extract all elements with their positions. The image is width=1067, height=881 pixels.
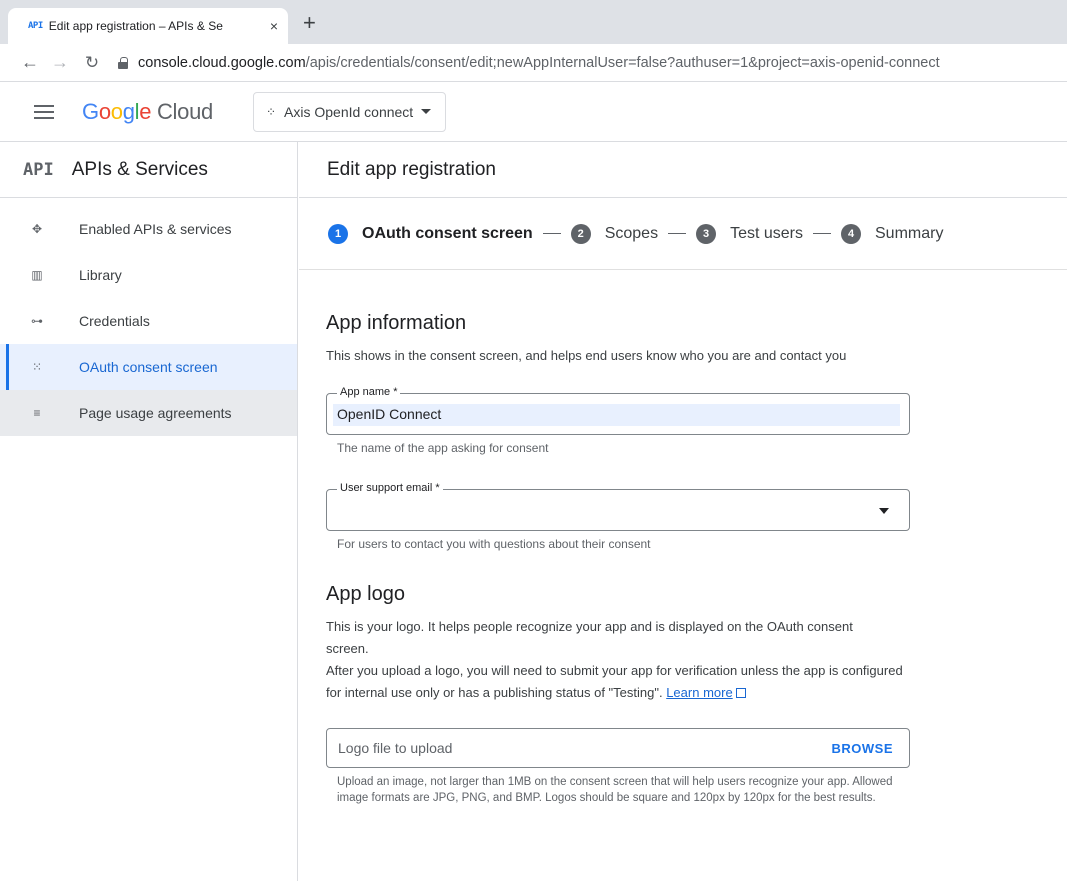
- step-test-users[interactable]: 3 Test users: [696, 223, 803, 244]
- support-email-select[interactable]: User support email *: [326, 482, 910, 531]
- sidebar-title: APIs & Services: [71, 158, 208, 180]
- step-label: Test users: [730, 224, 803, 242]
- browser-toolbar: ← → ↻ console.cloud.google.com/apis/cred…: [0, 44, 1067, 82]
- reload-icon[interactable]: ↻: [78, 49, 106, 77]
- google-cloud-logo[interactable]: Google Cloud: [82, 99, 213, 125]
- stepper: 1 OAuth consent screen 2 Scopes 3 Test u…: [299, 198, 1067, 270]
- sidebar-item-label: Page usage agreements: [79, 405, 232, 421]
- library-icon: ▥: [31, 268, 43, 282]
- forward-arrow-icon[interactable]: →: [46, 49, 74, 77]
- app-info-heading: App information: [326, 312, 467, 334]
- sidebar-nav: ✥ Enabled APIs & services ▥ Library ⊶ Cr…: [0, 206, 297, 436]
- tab-title: Edit app registration – APIs & Se: [48, 19, 223, 33]
- chevron-down-icon: [421, 109, 432, 114]
- logo-upload-placeholder: Logo file to upload: [338, 740, 453, 756]
- logo-upload-helper: Upload an image, not larger than 1MB on …: [337, 776, 893, 804]
- sidebar-item-library[interactable]: ▥ Library: [0, 252, 297, 298]
- project-icon: ⁘: [265, 104, 277, 119]
- app-name-input[interactable]: OpenID Connect: [333, 404, 900, 426]
- url-path: /apis/credentials/consent/edit;newAppInt…: [305, 54, 940, 71]
- step-divider: [542, 233, 561, 234]
- sidebar-item-oauth-consent[interactable]: ⁙ OAuth consent screen: [0, 344, 297, 390]
- step-number: 3: [696, 223, 717, 244]
- consent-icon: ⁙: [31, 360, 43, 374]
- external-link-icon: [735, 688, 746, 698]
- page-title: Edit app registration: [299, 142, 1067, 198]
- browser-tab[interactable]: API Edit app registration – APIs & Se ×: [8, 8, 288, 44]
- step-label: Summary: [875, 224, 944, 242]
- api-favicon-icon: API: [28, 21, 43, 31]
- step-number: 2: [570, 223, 591, 244]
- browse-button[interactable]: BROWSE: [832, 741, 894, 756]
- sidebar-header: API APIs & Services: [0, 142, 297, 198]
- step-number: 1: [328, 223, 348, 244]
- hamburger-menu-icon[interactable]: [34, 104, 54, 119]
- settings-list-icon: ≡: [33, 406, 41, 420]
- support-email-label: User support email *: [337, 482, 443, 494]
- step-number: 4: [841, 223, 861, 244]
- form-content: App information This shows in the consen…: [299, 270, 1067, 806]
- learn-more-link[interactable]: Learn more: [666, 685, 732, 700]
- step-scopes[interactable]: 2 Scopes: [570, 223, 659, 244]
- app-name-helper: The name of the app asking for consent: [337, 441, 549, 455]
- sidebar-item-credentials[interactable]: ⊶ Credentials: [0, 298, 297, 344]
- sidebar-item-label: Enabled APIs & services: [79, 221, 232, 237]
- sidebar-item-label: OAuth consent screen: [79, 359, 218, 375]
- console-header: Google Cloud ⁘ Axis OpenId connect: [0, 82, 1067, 142]
- dashboard-icon: ✥: [31, 222, 43, 236]
- step-label: Scopes: [604, 224, 659, 242]
- lock-icon: [118, 56, 128, 69]
- app-logo-description: This is your logo. It helps people recog…: [326, 619, 853, 656]
- step-divider: [813, 233, 831, 234]
- step-label: OAuth consent screen: [362, 224, 533, 242]
- key-icon: ⊶: [31, 314, 43, 328]
- app-name-label: App name *: [337, 386, 401, 398]
- step-oauth-consent[interactable]: 1 OAuth consent screen: [328, 223, 533, 244]
- support-email-helper: For users to contact you with questions …: [337, 537, 651, 551]
- step-divider: [668, 233, 687, 234]
- api-icon: API: [23, 159, 54, 180]
- project-name: Axis OpenId connect: [284, 103, 414, 120]
- close-tab-icon[interactable]: ×: [270, 18, 278, 34]
- sidebar-item-label: Credentials: [79, 313, 150, 329]
- address-bar[interactable]: console.cloud.google.com/apis/credential…: [118, 48, 1067, 78]
- browser-tab-strip: API Edit app registration – APIs & Se × …: [0, 0, 1067, 44]
- sidebar-item-enabled-apis[interactable]: ✥ Enabled APIs & services: [0, 206, 297, 252]
- sidebar-item-label: Library: [79, 267, 122, 283]
- app-info-description: This shows in the consent screen, and he…: [326, 348, 847, 363]
- sidebar: API APIs & Services ✥ Enabled APIs & ser…: [0, 142, 298, 881]
- app-name-field[interactable]: App name * OpenID Connect: [326, 386, 910, 435]
- main-panel: Edit app registration 1 OAuth consent sc…: [299, 142, 1067, 881]
- logo-upload-field[interactable]: Logo file to upload BROWSE: [326, 728, 910, 768]
- url-host: console.cloud.google.com: [138, 54, 306, 71]
- step-summary[interactable]: 4 Summary: [841, 223, 944, 244]
- app-logo-heading: App logo: [326, 583, 405, 605]
- back-arrow-icon[interactable]: ←: [16, 49, 44, 77]
- new-tab-button[interactable]: +: [303, 10, 316, 36]
- project-selector[interactable]: ⁘ Axis OpenId connect: [252, 91, 447, 132]
- app-logo-verification-note: After you upload a logo, you will need t…: [326, 663, 903, 700]
- sidebar-item-page-usage[interactable]: ≡ Page usage agreements: [0, 390, 297, 436]
- dropdown-arrow-icon[interactable]: [879, 508, 889, 514]
